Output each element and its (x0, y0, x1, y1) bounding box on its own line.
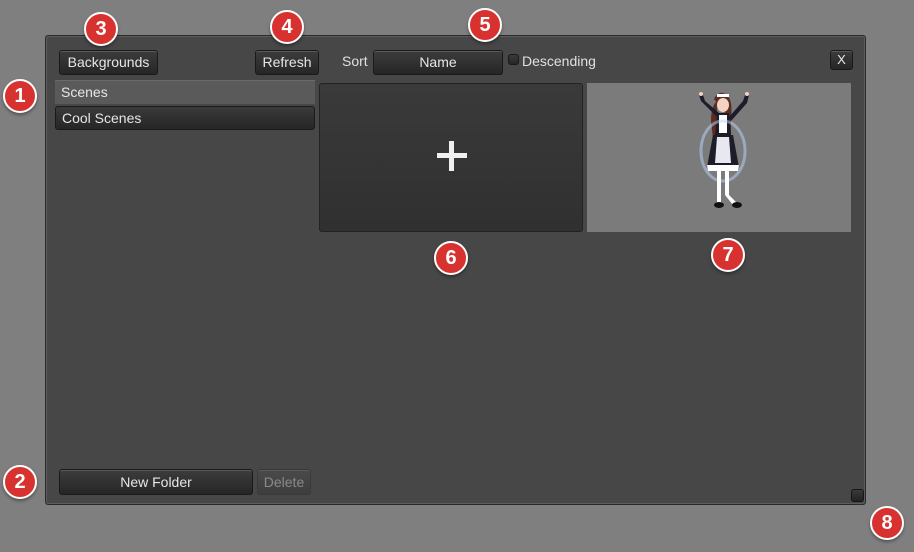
descending-checkbox[interactable] (508, 54, 519, 65)
sort-label: Sort (342, 53, 368, 69)
callout-badge-3: 3 (84, 12, 118, 46)
character-preview-image (699, 92, 749, 208)
callout-badge-5: 5 (468, 8, 502, 42)
delete-button[interactable]: Delete (257, 469, 311, 495)
plus-icon (437, 141, 467, 171)
folder-item-cool-scenes[interactable]: Cool Scenes (55, 106, 315, 130)
backgrounds-button[interactable]: Backgrounds (59, 50, 158, 75)
scene-thumbnail[interactable] (587, 83, 851, 232)
callout-badge-1: 1 (3, 79, 37, 113)
resize-handle[interactable] (851, 489, 864, 502)
refresh-button[interactable]: Refresh (255, 50, 319, 75)
callout-badge-2: 2 (3, 465, 37, 499)
sort-dropdown[interactable]: Name (373, 50, 503, 75)
callout-badge-6: 6 (434, 241, 468, 275)
folder-item-scenes[interactable]: Scenes (55, 80, 315, 104)
add-scene-tile[interactable] (319, 83, 583, 232)
callout-badge-8: 8 (870, 506, 904, 540)
new-folder-button[interactable]: New Folder (59, 469, 253, 495)
callout-badge-4: 4 (270, 10, 304, 44)
close-button[interactable]: X (830, 50, 853, 70)
descending-label[interactable]: Descending (522, 53, 596, 69)
callout-badge-7: 7 (711, 238, 745, 272)
